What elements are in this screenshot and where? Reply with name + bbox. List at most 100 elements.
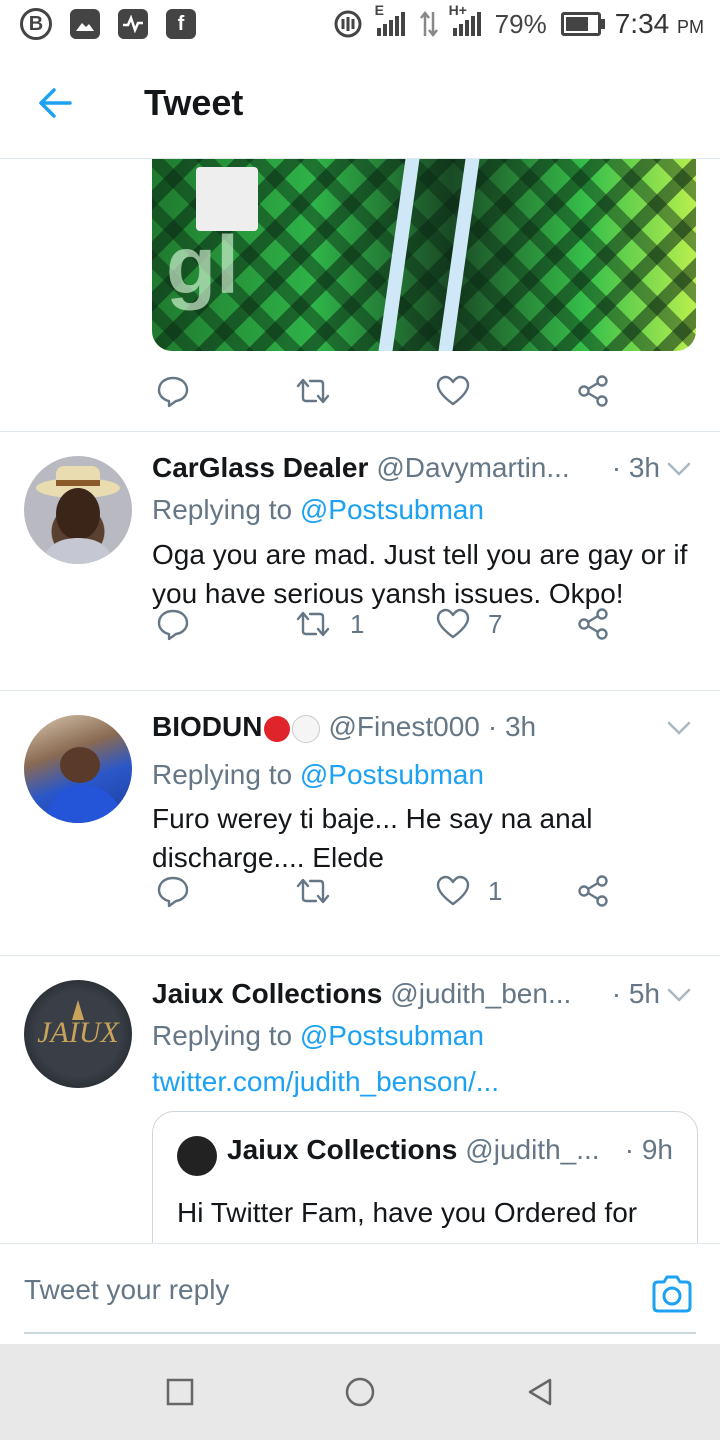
share-icon xyxy=(578,875,608,907)
clock: 7:34 PM xyxy=(615,8,704,40)
signal-strength-2-icon: H+ xyxy=(449,2,481,36)
share-button[interactable] xyxy=(576,607,610,641)
tweet-action-bar xyxy=(152,371,612,411)
share-icon xyxy=(578,608,608,640)
red-circle-emoji xyxy=(264,715,291,742)
reply-header: Jaiux Collections @judith_ben... · 5h xyxy=(152,978,660,1010)
like-button[interactable] xyxy=(436,375,470,407)
chevron-down-icon[interactable] xyxy=(666,715,692,741)
battery-icon xyxy=(560,12,605,36)
tweet-thread[interactable]: gl CarGlass Dealer @Davymartin... · 3h R… xyxy=(0,159,720,1243)
status-bar: B f E H+ 79% 7:34 PM xyxy=(0,0,720,48)
share-button[interactable] xyxy=(576,874,610,908)
heart-icon xyxy=(436,608,470,639)
home-icon[interactable] xyxy=(344,1376,376,1408)
white-circle-emoji xyxy=(292,714,321,743)
quoted-author-name: Jaiux Collections xyxy=(227,1134,458,1165)
tweet-action-bar: 1 7 xyxy=(152,604,612,644)
like-button[interactable]: 7 xyxy=(436,608,502,640)
author-handle[interactable]: @Davymartin... xyxy=(376,452,569,484)
reply-composer: Tweet your reply xyxy=(0,1243,720,1344)
tweet-link[interactable]: twitter.com/judith_benson/... xyxy=(152,1062,690,1101)
replying-to-prefix: Replying to xyxy=(152,1020,300,1051)
reply-header: BIODUN @Finest000 · 3h xyxy=(152,711,660,743)
replying-to-prefix: Replying to xyxy=(152,494,300,525)
author-name[interactable]: CarGlass Dealer xyxy=(152,452,368,484)
reply-tweet[interactable]: BIODUN @Finest000 · 3h Replying to @Post… xyxy=(0,691,720,955)
network-label-2: H+ xyxy=(448,2,467,18)
svg-text:JAIUX: JAIUX xyxy=(37,1016,120,1049)
like-count: 7 xyxy=(488,608,503,639)
page-title: Tweet xyxy=(144,82,244,123)
chevron-down-icon[interactable] xyxy=(666,982,692,1008)
input-underline xyxy=(24,1332,696,1334)
retweet-icon xyxy=(296,878,330,904)
reply-input[interactable]: Tweet your reply xyxy=(24,1274,229,1306)
back-nav-icon[interactable] xyxy=(524,1376,556,1408)
back-button[interactable] xyxy=(26,73,86,133)
author-name[interactable]: Jaiux Collections xyxy=(152,978,382,1010)
avatar[interactable] xyxy=(24,456,132,564)
mention-link[interactable]: @Postsubman xyxy=(300,1020,484,1051)
photo-detail xyxy=(438,159,480,351)
author-name[interactable]: BIODUN xyxy=(152,711,321,743)
like-button[interactable]: 1 xyxy=(436,875,502,907)
replying-to: Replying to @Postsubman xyxy=(152,759,484,791)
tweet-text: Furo werey ti baje... He say na anal dis… xyxy=(152,803,593,873)
like-count: 1 xyxy=(488,875,503,906)
back-arrow-icon xyxy=(39,88,72,118)
recent-apps-icon[interactable] xyxy=(164,1376,196,1408)
share-button[interactable] xyxy=(576,374,610,408)
battery-level xyxy=(565,17,588,31)
mention-link[interactable]: @Postsubman xyxy=(300,494,484,525)
reply-header: CarGlass Dealer @Davymartin... · 3h xyxy=(152,452,660,484)
tweet-action-bar: 1 xyxy=(152,871,612,911)
reply-button[interactable] xyxy=(156,874,190,908)
retweet-button[interactable] xyxy=(294,876,332,906)
quoted-tweet-card[interactable]: Jaiux Collections @judith_... · 9h Hi Tw… xyxy=(152,1111,698,1243)
avatar[interactable]: JAIUX xyxy=(24,980,132,1088)
photo-detail: gl xyxy=(166,220,239,311)
quoted-avatar xyxy=(177,1136,217,1176)
photo-detail xyxy=(378,159,420,351)
retweet-count: 1 xyxy=(350,608,365,639)
retweet-icon xyxy=(296,378,330,404)
tweet-text: Oga you are mad. Just tell you are gay o… xyxy=(152,539,688,609)
hotspot-icon xyxy=(334,10,362,38)
heart-icon xyxy=(436,875,470,906)
retweet-button[interactable]: 1 xyxy=(294,609,364,640)
reply-button[interactable] xyxy=(156,607,190,641)
facebook-icon: f xyxy=(166,9,196,39)
camera-icon[interactable] xyxy=(650,1274,694,1314)
quoted-time: · 9h xyxy=(624,1134,673,1165)
tweet-time: · 5h xyxy=(611,978,660,1009)
system-nav-bar xyxy=(0,1344,720,1440)
avatar[interactable] xyxy=(24,715,132,823)
clock-ampm: PM xyxy=(677,17,704,37)
replying-to-prefix: Replying to xyxy=(152,759,300,790)
reply-tweet[interactable]: CarGlass Dealer @Davymartin... · 3h Repl… xyxy=(0,432,720,690)
reply-icon xyxy=(157,609,189,641)
signal-strength-1-icon: E xyxy=(375,2,405,36)
mention-link[interactable]: @Postsubman xyxy=(300,759,484,790)
reply-button[interactable] xyxy=(156,374,190,408)
author-name-text: BIODUN xyxy=(152,711,263,742)
tweet-media-image[interactable]: gl xyxy=(152,159,696,351)
chevron-down-icon[interactable] xyxy=(666,456,692,482)
data-transfer-icon xyxy=(419,10,438,38)
author-handle[interactable]: @judith_ben... xyxy=(390,978,571,1010)
quoted-text: Hi Twitter Fam, have you Ordered for xyxy=(177,1197,638,1228)
quoted-header: Jaiux Collections @judith_... · 9h xyxy=(227,1134,673,1166)
retweet-button[interactable] xyxy=(294,376,332,406)
reply-icon xyxy=(157,376,189,408)
reply-icon xyxy=(157,876,189,908)
replying-to: Replying to @Postsubman xyxy=(152,494,484,526)
retweet-icon xyxy=(296,611,330,637)
heart-icon xyxy=(436,375,470,406)
share-icon xyxy=(578,375,608,407)
tweet-time: · 3h xyxy=(487,711,537,742)
gallery-icon xyxy=(70,9,100,39)
author-handle[interactable]: @Finest000 xyxy=(328,711,479,743)
photo-detail xyxy=(196,167,258,231)
quoted-author-handle: @judith_... xyxy=(465,1134,600,1165)
